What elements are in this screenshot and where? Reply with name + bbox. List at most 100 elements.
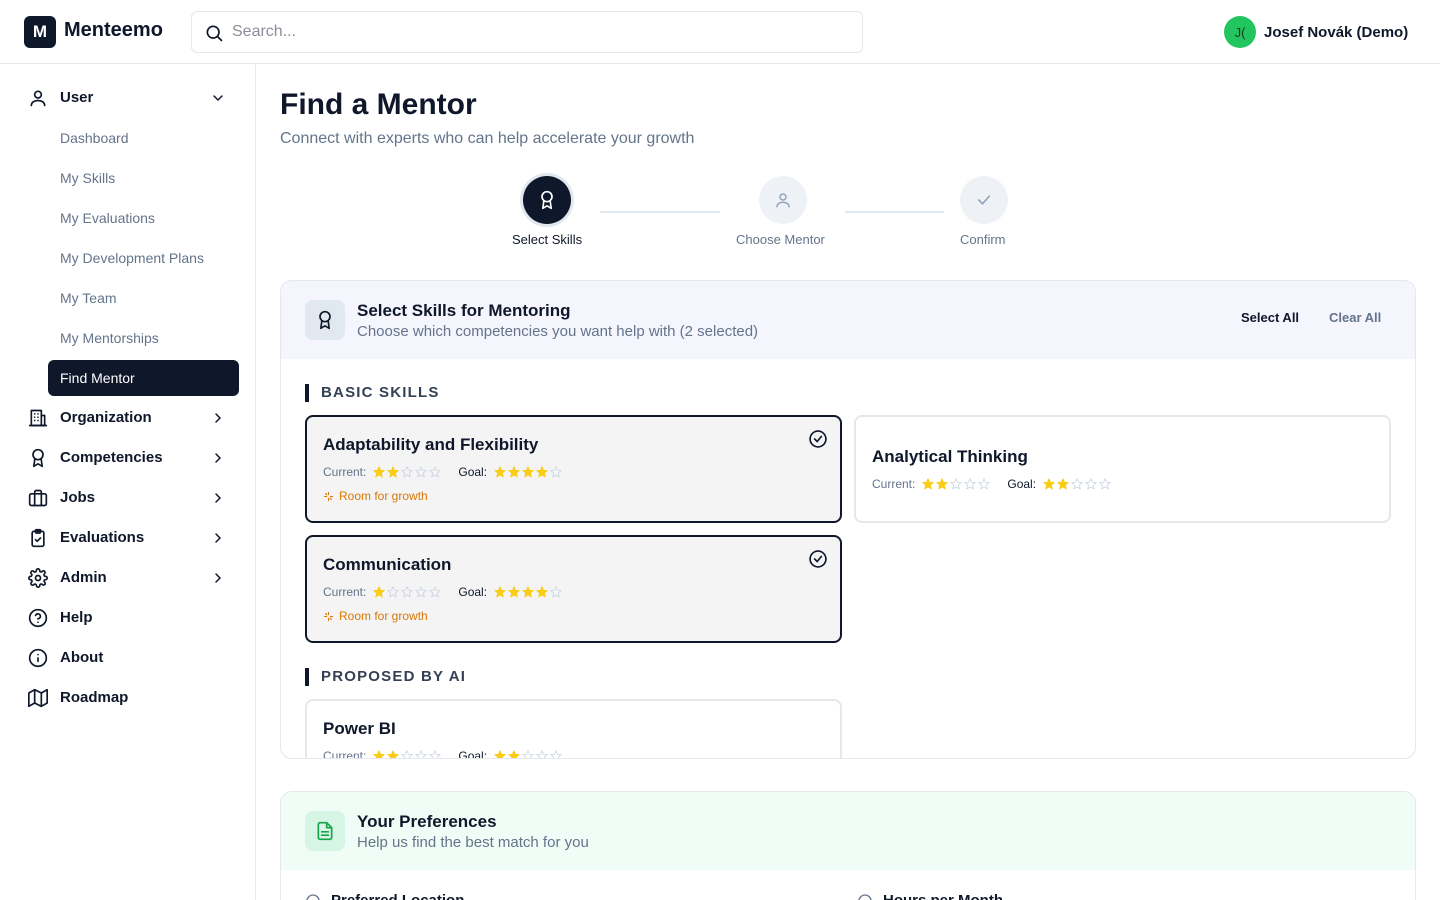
- chevron-right-icon: [215, 493, 222, 503]
- star-filled-icon: [373, 750, 386, 758]
- chevron-right-icon: [215, 573, 222, 583]
- star-empty-icon: [415, 586, 428, 598]
- select-all-button[interactable]: Select All: [1241, 310, 1299, 325]
- sidebar-item-my-team[interactable]: My Team: [48, 280, 239, 316]
- chevron-right-icon: [215, 413, 222, 423]
- rating-row: Current: Goal:: [323, 465, 563, 479]
- user-icon: [30, 90, 46, 107]
- goal-stars: [493, 749, 563, 758]
- sidebar-item-my-mentorships[interactable]: My Mentorships: [48, 320, 239, 356]
- sidebar-item-help[interactable]: Help: [24, 600, 240, 634]
- skill-card-adaptability[interactable]: Adaptability and Flexibility Current: Go…: [305, 415, 842, 523]
- sidebar-item-find-mentor[interactable]: Find Mentor: [48, 360, 239, 396]
- clock-icon: [858, 893, 872, 900]
- sidebar-item-my-evaluations[interactable]: My Evaluations: [48, 200, 239, 236]
- sidebar-item-label: Competencies: [60, 449, 163, 466]
- chevron-down-icon: [213, 95, 223, 102]
- step-label: Select Skills: [512, 232, 583, 247]
- current-label: Current:: [323, 749, 367, 759]
- sidebar-item-dashboard[interactable]: Dashboard: [48, 120, 239, 156]
- gear-icon: [28, 568, 48, 588]
- sidebar-item-label: My Development Plans: [60, 250, 204, 266]
- search-input[interactable]: [232, 12, 832, 52]
- star-empty-icon: [1085, 478, 1097, 490]
- star-empty-icon: [964, 478, 977, 490]
- rating-row: Current: Goal:: [323, 749, 563, 759]
- sidebar-item-about[interactable]: About: [24, 640, 240, 674]
- info-icon: [28, 648, 48, 668]
- sidebar-item-label: Dashboard: [60, 130, 129, 146]
- star-filled-icon: [536, 586, 548, 598]
- star-empty-icon: [429, 466, 442, 478]
- goal-label: Goal:: [458, 749, 488, 759]
- growth-indicator: Room for growth: [323, 609, 428, 623]
- skill-name: Adaptability and Flexibility: [323, 435, 539, 454]
- map-icon: [28, 688, 48, 708]
- step-confirm[interactable]: [960, 176, 1008, 224]
- preferences-card: Your Preferences Help us find the best m…: [280, 791, 1416, 900]
- sidebar-item-label: Admin: [60, 569, 107, 586]
- star-filled-icon: [373, 466, 386, 478]
- star-filled-icon: [387, 750, 400, 758]
- star-filled-icon: [922, 478, 935, 490]
- sidebar-item-user[interactable]: User: [24, 80, 240, 114]
- user-menu[interactable]: J( Josef Novák (Demo): [1224, 16, 1408, 48]
- growth-label: Room for growth: [339, 609, 428, 623]
- skill-card-power-bi[interactable]: Power BI Current: Goal:: [305, 699, 842, 759]
- sidebar-item-label: My Skills: [60, 170, 116, 186]
- star-filled-icon: [936, 478, 949, 490]
- sidebar-item-my-development-plans[interactable]: My Development Plans: [48, 240, 239, 276]
- preferences-card-header: Your Preferences Help us find the best m…: [281, 792, 1415, 870]
- building-icon: [28, 409, 48, 427]
- star-empty-icon: [429, 586, 442, 598]
- page-subtitle: Connect with experts who can help accele…: [280, 130, 695, 147]
- star-filled-icon: [494, 586, 506, 598]
- star-empty-icon: [522, 750, 534, 758]
- award-icon: [32, 448, 44, 468]
- briefcase-icon: [28, 489, 48, 507]
- sidebar-item-organization[interactable]: Organization: [24, 400, 240, 434]
- sidebar-item-jobs[interactable]: Jobs: [24, 480, 240, 514]
- user-icon: [776, 193, 790, 208]
- skill-name: Communication: [323, 555, 452, 574]
- star-empty-icon: [978, 478, 991, 490]
- skill-card-communication[interactable]: Communication Current: Goal: Room for gr…: [305, 535, 842, 643]
- top-header: M Menteemo J( Josef Novák (Demo): [0, 0, 1440, 64]
- star-filled-icon: [508, 750, 520, 758]
- star-empty-icon: [401, 750, 414, 758]
- sidebar-item-label: Roadmap: [60, 689, 129, 706]
- step-choose-mentor[interactable]: [759, 176, 807, 224]
- star-empty-icon: [429, 750, 442, 758]
- sidebar-item-label: My Mentorships: [60, 330, 159, 346]
- avatar[interactable]: J(: [1224, 16, 1256, 48]
- skill-card-analytical-thinking[interactable]: Analytical Thinking Current: Goal:: [854, 415, 1391, 523]
- star-filled-icon: [494, 750, 506, 758]
- star-empty-icon: [950, 478, 963, 490]
- app-logo[interactable]: M: [24, 16, 56, 48]
- preferred-location-label: Preferred Location: [305, 892, 464, 900]
- step-select-skills[interactable]: [523, 176, 571, 224]
- rating-row: Current: Goal:: [872, 477, 1112, 491]
- current-stars: [372, 465, 442, 479]
- sidebar-item-roadmap[interactable]: Roadmap: [24, 680, 240, 714]
- sidebar-item-evaluations[interactable]: Evaluations: [24, 520, 240, 554]
- sidebar-item-my-skills[interactable]: My Skills: [48, 160, 239, 196]
- skills-header-icon: [305, 300, 345, 340]
- growth-indicator: Room for growth: [323, 489, 428, 503]
- sidebar-item-label: Help: [60, 609, 93, 626]
- current-stars: [372, 585, 442, 599]
- app-name[interactable]: Menteemo: [64, 19, 163, 42]
- search-box[interactable]: [191, 11, 863, 53]
- current-label: Current:: [323, 465, 367, 479]
- clear-all-button[interactable]: Clear All: [1329, 310, 1381, 325]
- help-circle-icon: [28, 608, 48, 628]
- field-label: Preferred Location: [331, 892, 464, 900]
- user-name[interactable]: Josef Novák (Demo): [1264, 24, 1408, 41]
- preferences-header-icon: [305, 811, 345, 851]
- star-empty-icon: [550, 466, 562, 478]
- goal-label: Goal:: [458, 585, 488, 599]
- sidebar-item-admin[interactable]: Admin: [24, 560, 240, 594]
- sidebar-item-competencies[interactable]: Competencies: [24, 440, 240, 474]
- star-empty-icon: [415, 750, 428, 758]
- sidebar-item-label: User: [60, 89, 94, 106]
